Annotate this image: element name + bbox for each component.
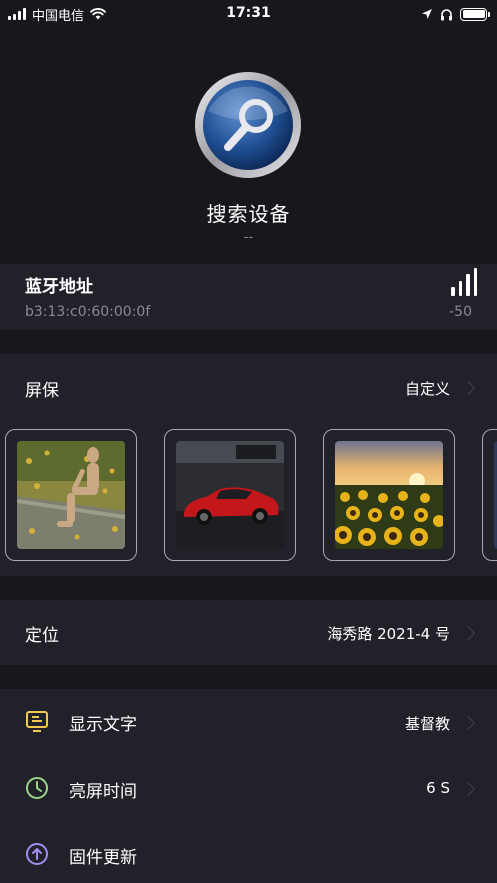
clock-icon bbox=[26, 777, 48, 799]
menu-item-label: 亮屏时间 bbox=[69, 782, 137, 802]
screensaver-image-sports-car[interactable] bbox=[164, 429, 296, 561]
upload-icon bbox=[26, 843, 48, 865]
display-text-icon bbox=[26, 711, 48, 732]
magnifier-icon[interactable] bbox=[194, 71, 302, 179]
location-label: 定位 bbox=[25, 626, 59, 646]
menu-item-value: 基督教 bbox=[404, 715, 450, 733]
chevron-right-icon bbox=[460, 715, 476, 731]
screensaver-label: 屏保 bbox=[25, 381, 59, 401]
menu-item-firmware-update[interactable]: 固件更新 bbox=[0, 821, 497, 883]
menu-item-label: 显示文字 bbox=[69, 715, 137, 735]
screensaver-value[interactable]: 自定义 bbox=[405, 378, 450, 399]
screensaver-image-sunflowers[interactable] bbox=[323, 429, 455, 561]
menu-item-screen-time[interactable]: 亮屏时间 6 S bbox=[0, 755, 497, 821]
menu-item-display-text[interactable]: 显示文字 基督教 bbox=[0, 689, 497, 755]
device-settings-screen: 中国电信 17:31 搜索设备 -- 蓝牙地址 b3:13:c0:60:00:0… bbox=[0, 0, 497, 883]
location-card[interactable]: 定位 海秀路 2021-4 号 bbox=[0, 600, 497, 665]
chevron-right-icon[interactable] bbox=[460, 380, 476, 396]
chevron-right-icon bbox=[460, 781, 476, 797]
location-value: 海秀路 2021-4 号 bbox=[327, 625, 450, 643]
menu-item-value: 6 S bbox=[426, 779, 450, 797]
bluetooth-card: 蓝牙地址 b3:13:c0:60:00:0f -50 bbox=[0, 264, 497, 330]
device-title: 搜索设备 bbox=[206, 202, 291, 226]
screensaver-card: 屏保 自定义 bbox=[0, 354, 497, 576]
status-bar: 中国电信 17:31 bbox=[0, 0, 497, 28]
bluetooth-title: 蓝牙地址 bbox=[25, 277, 93, 297]
screensaver-image-partial[interactable] bbox=[482, 429, 497, 561]
bluetooth-address: b3:13:c0:60:00:0f bbox=[25, 304, 151, 320]
status-right bbox=[421, 5, 490, 23]
location-arrow-icon bbox=[422, 9, 432, 19]
screensaver-image-mannequin[interactable] bbox=[5, 429, 137, 561]
chevron-right-icon bbox=[460, 625, 476, 641]
signal-strength-icon bbox=[451, 268, 477, 296]
headphones-icon bbox=[441, 8, 452, 20]
bluetooth-rssi: -50 bbox=[449, 304, 472, 320]
menu-item-label: 固件更新 bbox=[69, 848, 137, 868]
settings-menu: 显示文字 基督教 亮屏时间 6 S 固件更新 bbox=[0, 689, 497, 883]
device-subtitle: -- bbox=[243, 230, 254, 245]
battery-icon bbox=[460, 7, 490, 21]
